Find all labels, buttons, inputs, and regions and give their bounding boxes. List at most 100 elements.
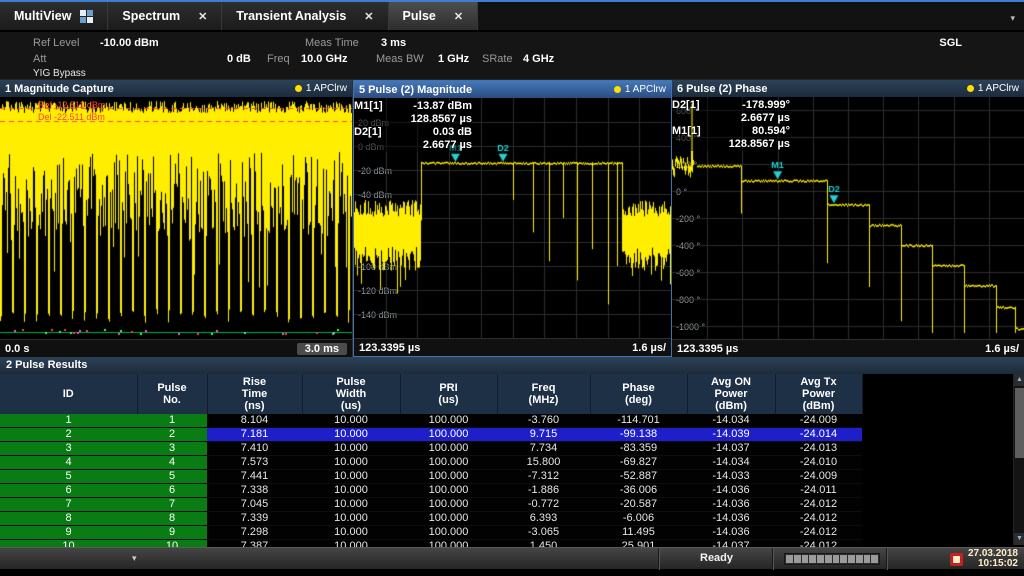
meas-bw-value[interactable]: 1 GHz xyxy=(438,53,469,65)
table-cell: 100.000 xyxy=(400,470,497,484)
table-row[interactable]: 997.29810.000100.000-3.06511.495-14.036-… xyxy=(0,526,862,540)
status-time: 10:15:02 xyxy=(968,559,1018,569)
att-value[interactable]: 0 dB xyxy=(227,53,251,65)
table-cell: -1.886 xyxy=(497,484,590,498)
tab-multiview[interactable]: MultiView xyxy=(0,2,108,30)
panel-pulse-phase[interactable]: 6 Pulse (2) Phase 1 APClrw D2[1]-178.999… xyxy=(672,80,1024,357)
x-stop-label[interactable]: 3.0 ms xyxy=(297,343,347,355)
phase-chart-area[interactable]: D2[1]-178.999°2.6677 µsM1[1]80.594°128.8… xyxy=(672,97,1024,339)
marker-readout: M1[1]-13.87 dBm128.8567 µsD2[1]0.03 dB2.… xyxy=(354,100,472,152)
tab-spectrum[interactable]: Spectrum ✕ xyxy=(108,2,222,30)
marker-time: 2.6677 µs xyxy=(354,139,472,152)
tab-transient-analysis[interactable]: Transient Analysis ✕ xyxy=(222,2,388,30)
scroll-up-icon[interactable]: ▲ xyxy=(1014,374,1024,386)
x-scale-label[interactable]: 1.6 µs/ xyxy=(632,342,666,354)
trace-legend: 1 APClrw xyxy=(295,83,347,94)
column-header[interactable]: Rise Time (ns) xyxy=(207,374,302,414)
pulse-results: IDPulse No.Rise Time (ns)Pulse Width (us… xyxy=(0,374,1024,545)
table-row[interactable]: 227.18110.000100.0009.715-99.138-14.039-… xyxy=(0,428,862,442)
column-header[interactable]: Freq (MHz) xyxy=(497,374,590,414)
table-row[interactable]: 887.33910.000100.0006.393-6.006-14.036-2… xyxy=(0,512,862,526)
table-cell: -14.033 xyxy=(687,470,775,484)
close-icon[interactable]: ✕ xyxy=(198,10,207,23)
column-header[interactable]: Pulse Width (us) xyxy=(302,374,400,414)
tab-pulse[interactable]: Pulse ✕ xyxy=(389,2,479,30)
column-header[interactable]: PRI (us) xyxy=(400,374,497,414)
scroll-down-icon[interactable]: ▼ xyxy=(1014,533,1024,545)
progress-segment xyxy=(856,555,863,563)
table-row[interactable]: 777.04510.000100.000-0.772-20.587-14.036… xyxy=(0,498,862,512)
trace1-color-dot xyxy=(614,86,621,93)
table-cell: 11.495 xyxy=(590,526,687,540)
status-divider xyxy=(658,548,659,570)
table-cell: 10.000 xyxy=(302,456,400,470)
table-row[interactable]: 667.33810.000100.000-1.886-36.006-14.036… xyxy=(0,484,862,498)
progress-segment xyxy=(833,555,840,563)
channel-settings-bar: Ref Level -10.00 dBm Meas Time 3 ms SGL … xyxy=(0,32,1024,80)
marker-name: M1[1] xyxy=(672,125,701,138)
panel-capture-title: 1 Magnitude Capture xyxy=(5,83,114,95)
pulse-results-titlebar[interactable]: 2 Pulse Results xyxy=(0,357,1024,374)
progress-segment xyxy=(817,555,824,563)
progress-segment xyxy=(871,555,878,563)
table-cell: -83.359 xyxy=(590,442,687,456)
srate-value[interactable]: 4 GHz xyxy=(523,53,554,65)
table-cell: 7 xyxy=(137,498,207,512)
table-cell: 7.298 xyxy=(207,526,302,540)
table-cell: -14.034 xyxy=(687,456,775,470)
panel-phase-titlebar[interactable]: 6 Pulse (2) Phase 1 APClrw xyxy=(672,80,1024,97)
progress-segment xyxy=(864,555,871,563)
trace-legend-label: 1 APClrw xyxy=(978,83,1019,94)
column-header[interactable]: ID xyxy=(0,374,137,414)
marker-time: 128.8567 µs xyxy=(354,113,472,126)
calendar-icon xyxy=(950,553,963,566)
table-cell: 2 xyxy=(0,428,137,442)
table-cell: 4 xyxy=(137,456,207,470)
column-header[interactable]: Pulse No. xyxy=(137,374,207,414)
marker-readout: D2[1]-178.999°2.6677 µsM1[1]80.594°128.8… xyxy=(672,99,790,151)
panel-magnitude-titlebar[interactable]: 5 Pulse (2) Magnitude 1 APClrw xyxy=(354,81,671,98)
meas-time-value[interactable]: 3 ms xyxy=(381,37,406,49)
table-cell: 10.000 xyxy=(302,526,400,540)
table-cell: 7.441 xyxy=(207,470,302,484)
trace-legend-label: 1 APClrw xyxy=(306,83,347,94)
scroll-thumb[interactable] xyxy=(1015,388,1024,458)
table-cell: 7.338 xyxy=(207,484,302,498)
table-cell: 100.000 xyxy=(400,442,497,456)
tab-multiview-label: MultiView xyxy=(14,9,71,23)
close-icon[interactable]: ✕ xyxy=(454,10,463,23)
table-cell: -14.034 xyxy=(687,414,775,428)
freq-value[interactable]: 10.0 GHz xyxy=(301,53,347,65)
panel-magnitude-capture[interactable]: 1 Magnitude Capture 1 APClrw Ref -12.511… xyxy=(0,80,353,357)
table-row[interactable]: 118.10410.000100.000-3.760-114.701-14.03… xyxy=(0,414,862,428)
table-cell: 1 xyxy=(137,414,207,428)
table-scrollbar[interactable]: ▲ ▼ xyxy=(1013,374,1024,545)
tabbar-dropdown-icon[interactable]: ▾ xyxy=(1010,13,1015,24)
column-header[interactable]: Avg ON Power (dBm) xyxy=(687,374,775,414)
capture-chart-area[interactable]: Ref -12.511 dBm Del -22.511 dBm xyxy=(0,97,352,339)
table-cell: 100.000 xyxy=(400,414,497,428)
meas-bw-label: Meas BW xyxy=(376,53,424,65)
table-row[interactable]: 557.44110.000100.000-7.312-52.887-14.033… xyxy=(0,470,862,484)
panel-capture-titlebar[interactable]: 1 Magnitude Capture 1 APClrw xyxy=(0,80,352,97)
column-header[interactable]: Avg Tx Power (dBm) xyxy=(775,374,862,414)
close-icon[interactable]: ✕ xyxy=(364,10,373,23)
column-header[interactable]: Phase (deg) xyxy=(590,374,687,414)
table-cell: 100.000 xyxy=(400,456,497,470)
table-cell: 5 xyxy=(0,470,137,484)
marker-value: 0.03 dB xyxy=(433,126,472,139)
progress-segment xyxy=(786,555,793,563)
status-dropdown-icon[interactable]: ▾ xyxy=(132,553,137,564)
panel-pulse-magnitude[interactable]: 5 Pulse (2) Magnitude 1 APClrw M1[1]-13.… xyxy=(353,80,672,357)
ref-level-annotation: Ref -12.511 dBm xyxy=(38,100,105,110)
table-row[interactable]: 337.41010.000100.0007.734-83.359-14.037-… xyxy=(0,442,862,456)
ref-level-value[interactable]: -10.00 dBm xyxy=(100,37,159,49)
x-scale-label[interactable]: 1.6 µs/ xyxy=(985,343,1019,355)
table-cell: 9 xyxy=(137,526,207,540)
marker-time: 128.8567 µs xyxy=(672,138,790,151)
table-cell: 10.000 xyxy=(302,414,400,428)
trace-legend: 1 APClrw xyxy=(614,84,666,95)
table-row[interactable]: 447.57310.000100.00015.800-69.827-14.034… xyxy=(0,456,862,470)
table-cell: 5 xyxy=(137,470,207,484)
magnitude-chart-area[interactable]: M1[1]-13.87 dBm128.8567 µsD2[1]0.03 dB2.… xyxy=(354,98,671,338)
